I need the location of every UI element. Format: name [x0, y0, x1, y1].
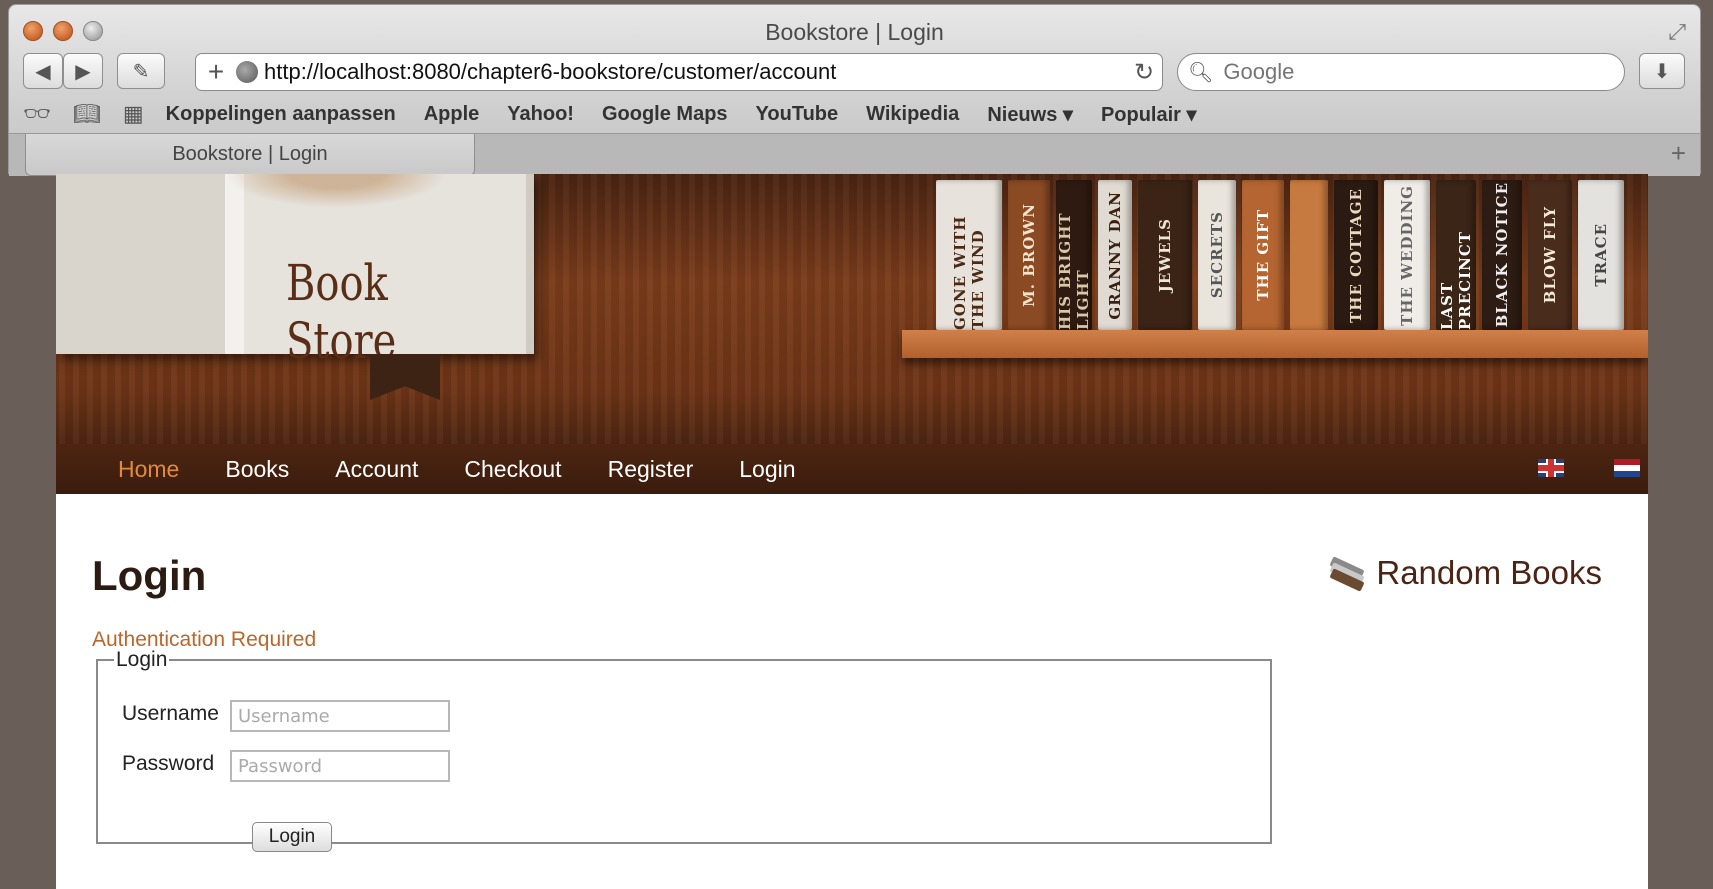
header-banner: Book Store GONE WITH THE WIND M. BROWN H…	[56, 174, 1648, 444]
browser-tab[interactable]: Bookstore | Login	[25, 134, 475, 176]
nav-register[interactable]: Register	[608, 456, 694, 483]
top-sites-grid-icon[interactable]: ▦	[123, 101, 144, 127]
main-nav: Home Books Account Checkout Register Log…	[56, 444, 1648, 494]
download-icon: ⬇	[1653, 60, 1671, 83]
login-button[interactable]: Login	[252, 822, 332, 852]
nav-home[interactable]: Home	[118, 456, 179, 483]
bookmark-link[interactable]: Apple	[424, 103, 480, 126]
tab-strip: Bookstore | Login +	[9, 133, 1700, 176]
book-spine: THE WEDDING	[1384, 180, 1430, 330]
book-spine: LAST PRECINCT	[1436, 180, 1476, 330]
english-flag-icon[interactable]	[1538, 459, 1564, 477]
book-spine: HIS BRIGHT LIGHT	[1056, 180, 1092, 330]
ribbon-decoration	[370, 354, 440, 400]
bookmark-link[interactable]: Yahoo!	[507, 103, 574, 126]
dutch-flag-icon[interactable]	[1614, 459, 1640, 477]
back-button[interactable]: ◀	[23, 53, 63, 89]
bookmarks-book-icon[interactable]: 📖︎	[73, 101, 101, 127]
add-bookmark-icon[interactable]: +	[196, 56, 236, 88]
bookshelf	[902, 330, 1648, 358]
nav-account[interactable]: Account	[335, 456, 418, 483]
book-spine: M. BROWN	[1008, 180, 1050, 330]
main-content: Login Authentication Required Login User…	[56, 494, 1648, 889]
search-bar[interactable]: 🔍︎	[1177, 53, 1625, 91]
nav-login[interactable]: Login	[739, 456, 795, 483]
password-field[interactable]	[230, 750, 450, 782]
bookmark-link[interactable]: Koppelingen aanpassen	[166, 103, 396, 126]
search-icon: 🔍︎	[1188, 61, 1214, 84]
bookshelf-books: GONE WITH THE WIND M. BROWN HIS BRIGHT L…	[936, 174, 1630, 330]
book-spine: BLOW FLY	[1528, 180, 1572, 330]
login-fieldset: Login Username Password Login	[96, 648, 1272, 852]
globe-icon	[236, 61, 258, 83]
password-label: Password	[122, 752, 215, 775]
book-spine: THE COTTAGE	[1334, 180, 1378, 330]
search-input[interactable]	[1221, 58, 1586, 86]
nav-books[interactable]: Books	[225, 456, 289, 483]
bookmark-link[interactable]: YouTube	[756, 103, 839, 126]
username-label: Username	[122, 702, 219, 725]
book-spine: JEWELS	[1138, 180, 1192, 330]
bookmark-folder[interactable]: Nieuws ▾	[987, 102, 1073, 127]
book-spine: GRANNY DAN	[1098, 180, 1132, 330]
share-icon: ✎	[132, 60, 150, 83]
logo-book-image[interactable]: Book Store	[56, 174, 534, 370]
books-stack-icon	[1329, 556, 1366, 592]
address-bar[interactable]: + http://localhost:8080/chapter6-booksto…	[195, 53, 1163, 91]
back-arrow-icon: ◀	[35, 60, 51, 83]
bookmark-link[interactable]: Wikipedia	[866, 103, 959, 126]
site-logo-text: Book Store	[286, 254, 397, 370]
nav-checkout[interactable]: Checkout	[464, 456, 561, 483]
bookmarks-bar: 👓︎ 📖︎ ▦ Koppelingen aanpassen Apple Yaho…	[23, 99, 1225, 129]
book-spine	[1290, 180, 1328, 330]
book-spine: GONE WITH THE WIND	[936, 180, 1002, 330]
book-spine: SECRETS	[1198, 180, 1236, 330]
page-title: Login	[92, 552, 207, 599]
share-button[interactable]: ✎	[117, 53, 165, 89]
web-page: Book Store GONE WITH THE WIND M. BROWN H…	[56, 174, 1648, 889]
forward-arrow-icon: ▶	[75, 60, 91, 83]
new-tab-icon[interactable]: +	[1671, 138, 1686, 169]
bookmark-link[interactable]: Google Maps	[602, 103, 728, 126]
reload-icon[interactable]: ↻	[1126, 58, 1162, 87]
random-books-title: Random Books	[1376, 554, 1602, 591]
book-spine: THE GIFT	[1242, 180, 1284, 330]
url-text[interactable]: http://localhost:8080/chapter6-bookstore…	[264, 59, 1126, 85]
fieldset-legend: Login	[116, 648, 168, 671]
forward-button[interactable]: ▶	[63, 53, 103, 89]
bookmark-folder[interactable]: Populair ▾	[1101, 102, 1197, 127]
downloads-button[interactable]: ⬇	[1639, 53, 1685, 89]
book-spine: BLACK NOTICE	[1482, 180, 1522, 330]
book-spine: TRACE	[1578, 180, 1624, 330]
ornament	[206, 174, 466, 214]
reading-list-icon[interactable]: 👓︎	[23, 101, 51, 127]
random-books-header: Random Books	[1329, 554, 1602, 592]
username-field[interactable]	[230, 700, 450, 732]
browser-chrome: Bookstore | Login ⤢ ◀ ▶ ✎ + http://local…	[8, 4, 1701, 176]
fullscreen-icon[interactable]: ⤢	[1668, 19, 1686, 45]
window-title: Bookstore | Login	[765, 19, 944, 45]
